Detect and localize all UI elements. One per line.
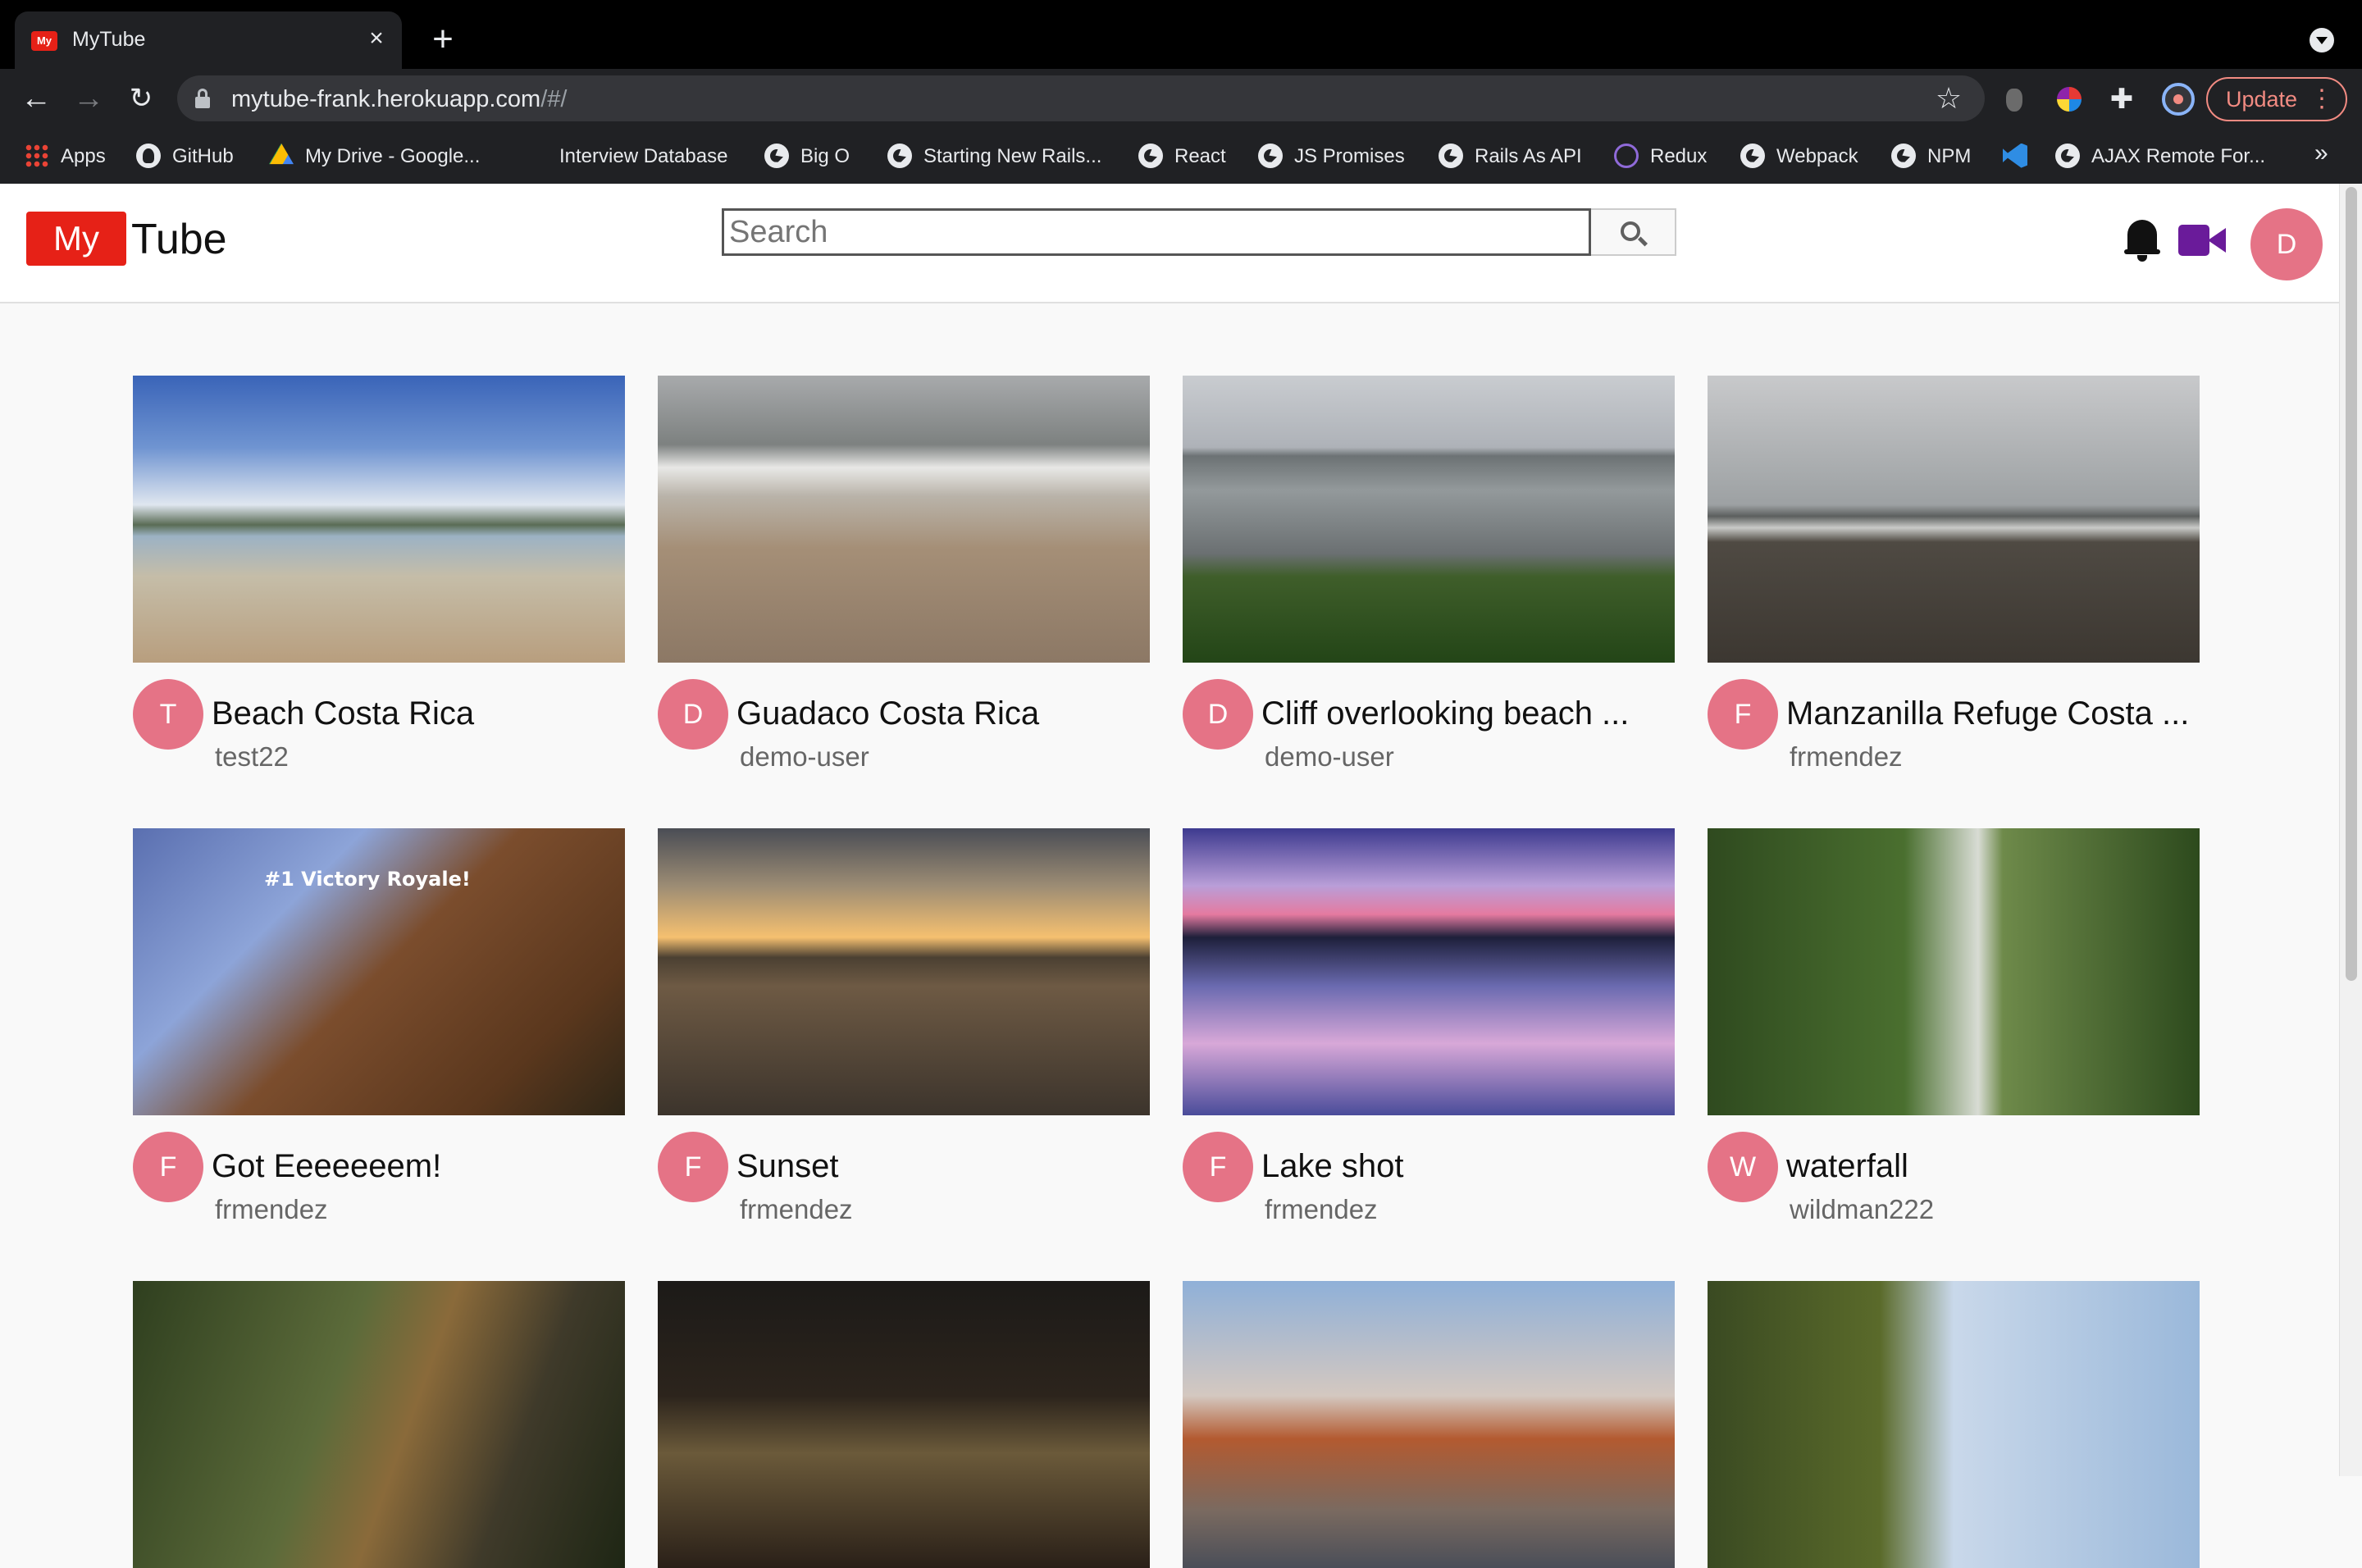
video-title[interactable]: Lake shot <box>1261 1148 1403 1185</box>
bookmark-js-promises[interactable]: JS Promises <box>1258 143 1405 171</box>
video-title[interactable]: waterfall <box>1786 1148 1908 1185</box>
bookmark-ajax-remote[interactable]: AJAX Remote For... <box>2055 143 2265 171</box>
reload-icon[interactable]: ↻ <box>121 79 161 118</box>
bookmark-star-icon[interactable]: ☆ <box>1931 80 1967 116</box>
author-avatar[interactable]: D <box>658 679 728 750</box>
vscode-icon <box>2003 143 2027 168</box>
author-avatar[interactable]: D <box>1183 679 1253 750</box>
author-avatar[interactable]: F <box>1708 679 1778 750</box>
bookmark-interview-database[interactable]: Interview Database <box>559 143 727 171</box>
search-button[interactable] <box>1591 208 1676 256</box>
video-thumbnail[interactable]: #1 Victory Royale! <box>133 828 625 1115</box>
video-author[interactable]: frmendez <box>1265 1194 1378 1225</box>
app-header: My Tube Search D <box>0 184 2339 303</box>
author-avatar[interactable]: T <box>133 679 203 750</box>
extensions-puzzle-icon[interactable]: ✚ <box>2109 85 2134 113</box>
tab-title: MyTube <box>72 28 146 51</box>
video-thumbnail[interactable] <box>1708 828 2200 1115</box>
video-thumbnail[interactable] <box>1183 1281 1675 1568</box>
forward-icon[interactable]: → <box>69 79 108 118</box>
bookmark-npm[interactable]: NPM <box>1891 143 1971 171</box>
apps-icon <box>25 143 49 168</box>
video-author[interactable]: demo-user <box>740 741 869 773</box>
author-avatar[interactable]: W <box>1708 1132 1778 1202</box>
github-icon <box>136 143 161 168</box>
video-author[interactable]: wildman222 <box>1790 1194 1934 1225</box>
bookmark-starting-new-rails[interactable]: Starting New Rails... <box>887 143 1101 171</box>
video-title[interactable]: Got Eeeeeeem! <box>212 1148 441 1185</box>
video-thumbnail[interactable] <box>1183 828 1675 1115</box>
video-thumbnail[interactable] <box>658 376 1150 663</box>
tab-favicon: My <box>31 31 57 51</box>
author-avatar[interactable]: F <box>133 1132 203 1202</box>
video-thumbnail[interactable] <box>658 1281 1150 1568</box>
globe-icon <box>1258 143 1283 168</box>
search-icon <box>1621 221 1640 241</box>
video-title[interactable]: Cliff overlooking beach ... <box>1261 695 1629 732</box>
profile-icon[interactable] <box>2162 83 2195 116</box>
video-author[interactable]: frmendez <box>740 1194 853 1225</box>
notifications-bell-icon[interactable] <box>2124 217 2160 262</box>
video-thumbnail[interactable] <box>1183 376 1675 663</box>
bookmark-webpack[interactable]: Webpack <box>1740 143 1858 171</box>
video-author[interactable]: frmendez <box>1790 741 1903 773</box>
video-thumbnail[interactable] <box>658 828 1150 1115</box>
video-author[interactable]: demo-user <box>1265 741 1394 773</box>
video-author[interactable]: frmendez <box>215 1194 328 1225</box>
video-title[interactable]: Guadaco Costa Rica <box>736 695 1039 732</box>
bookmarks-bar: Apps GitHub My Drive - Google... Intervi… <box>0 128 2362 184</box>
globe-icon <box>764 143 789 168</box>
new-tab-icon[interactable]: + <box>426 21 459 57</box>
bookmark-react[interactable]: React <box>1138 143 1226 171</box>
video-thumbnail[interactable] <box>1708 376 2200 663</box>
url-text[interactable]: mytube-frank.herokuapp.com/#/ <box>231 86 567 113</box>
video-thumbnail[interactable] <box>133 1281 625 1568</box>
menu-dots-icon[interactable]: ⋮ <box>2310 79 2334 120</box>
video-title[interactable]: Manzanilla Refuge Costa ... <box>1786 695 2189 732</box>
bookmark-apps[interactable]: Apps <box>25 143 106 171</box>
search-input[interactable]: Search <box>722 208 1591 256</box>
globe-icon <box>887 143 912 168</box>
redux-icon <box>1614 143 1639 168</box>
globe-icon <box>1439 143 1463 168</box>
browser-toolbar: ← → ↻ mytube-frank.herokuapp.com/#/ ☆ ✚ … <box>0 69 2362 128</box>
video-title[interactable]: Beach Costa Rica <box>212 695 474 732</box>
update-button[interactable]: Update ⋮ <box>2206 77 2347 121</box>
author-avatar[interactable]: F <box>1183 1132 1253 1202</box>
bookmark-big-o[interactable]: Big O <box>764 143 850 171</box>
lock-icon[interactable] <box>195 89 210 108</box>
globe-icon <box>2055 143 2080 168</box>
bookmark-github[interactable]: GitHub <box>136 143 234 171</box>
video-title[interactable]: Sunset <box>736 1148 839 1185</box>
google-drive-icon <box>269 143 294 165</box>
bookmark-vscode[interactable] <box>2003 143 2039 171</box>
tab-search-icon[interactable] <box>2310 28 2334 52</box>
video-grid: T Beach Costa Rica test22 D Guadaco Cost… <box>0 305 2339 1568</box>
user-avatar[interactable]: D <box>2250 208 2323 280</box>
tab-mytube[interactable]: My MyTube × <box>15 11 402 69</box>
address-bar[interactable]: mytube-frank.herokuapp.com/#/ ☆ <box>177 75 1985 121</box>
scroll-thumb[interactable] <box>2346 187 2357 981</box>
video-thumbnail[interactable] <box>1708 1281 2200 1568</box>
globe-icon <box>1740 143 1765 168</box>
tab-strip: My MyTube × + <box>0 0 2362 69</box>
upload-video-icon[interactable] <box>2178 225 2226 256</box>
more-bookmarks-icon[interactable]: » <box>2314 139 2328 167</box>
globe-icon <box>1891 143 1916 168</box>
close-tab-icon[interactable]: × <box>363 25 390 52</box>
video-thumbnail[interactable] <box>133 376 625 663</box>
page-scrollbar[interactable] <box>2339 184 2362 1476</box>
victory-royale-text: #1 Victory Royale! <box>264 868 471 891</box>
extension-bug-icon[interactable] <box>2006 89 2022 112</box>
bookmark-redux[interactable]: Redux <box>1614 143 1707 171</box>
back-icon[interactable]: ← <box>16 79 56 118</box>
author-avatar[interactable]: F <box>658 1132 728 1202</box>
extension-color-icon[interactable] <box>2057 87 2082 112</box>
video-author[interactable]: test22 <box>215 741 289 773</box>
globe-icon <box>1138 143 1163 168</box>
bookmark-my-drive[interactable]: My Drive - Google... <box>269 143 480 171</box>
bookmark-rails-as-api[interactable]: Rails As API <box>1439 143 1582 171</box>
logo-tube[interactable]: Tube <box>131 215 227 264</box>
logo-my[interactable]: My <box>26 212 126 266</box>
